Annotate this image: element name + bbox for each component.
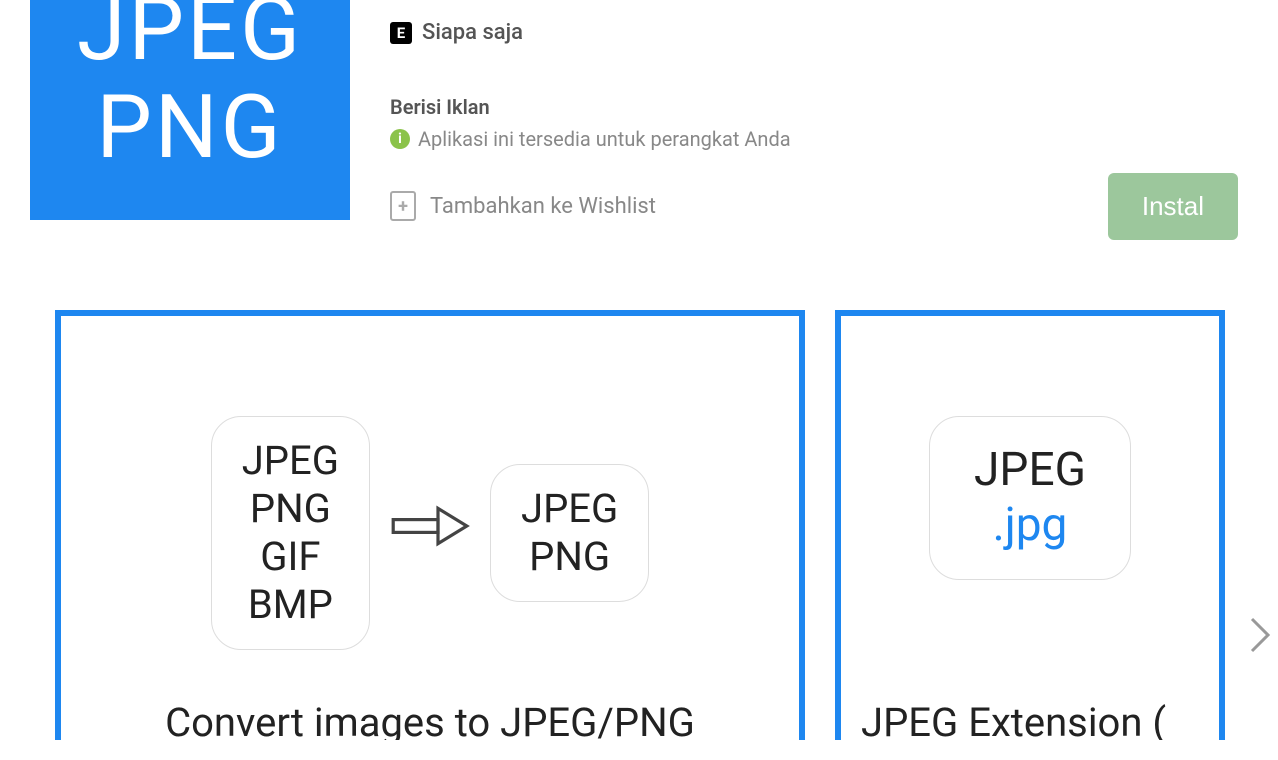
app-icon-line1: JPEG <box>77 0 303 74</box>
screenshot-1[interactable]: JPEG PNG GIF BMP JPEG PNG Convert images… <box>55 310 805 740</box>
rating-badge-icon: E <box>390 22 412 44</box>
screenshots-carousel: JPEG PNG GIF BMP JPEG PNG Convert images… <box>0 280 1278 760</box>
fmt: JPEG <box>521 485 618 533</box>
app-icon: JPEG PNG <box>30 0 350 220</box>
screenshot-2-caption: JPEG Extension ( <box>841 699 1219 740</box>
screenshot-2[interactable]: JPEG .jpg JPEG Extension ( <box>835 310 1225 740</box>
content-rating: E Siapa saja <box>390 20 1248 45</box>
arrow-right-icon <box>390 496 470 571</box>
app-header: JPEG PNG E Siapa saja Berisi Iklan Aplik… <box>0 0 1278 280</box>
info-icon <box>390 129 410 149</box>
bookmark-icon: + <box>390 191 416 221</box>
availability-text: Aplikasi ini tersedia untuk perangkat An… <box>418 127 791 151</box>
install-button[interactable]: Instal <box>1108 173 1238 240</box>
convert-diagram: JPEG PNG GIF BMP JPEG PNG <box>211 416 650 650</box>
target-formats-tile: JPEG PNG <box>490 464 649 602</box>
fmt: BMP <box>242 581 339 629</box>
contains-ads-label: Berisi Iklan <box>390 95 1248 119</box>
fmt: PNG <box>242 485 339 533</box>
fmt: PNG <box>521 533 618 581</box>
source-formats-tile: JPEG PNG GIF BMP <box>211 416 370 650</box>
rating-label: Siapa saja <box>422 20 523 45</box>
ext-line1: JPEG <box>974 443 1086 498</box>
screenshot-1-caption: Convert images to JPEG/PNG <box>61 699 799 740</box>
wishlist-label: Tambahkan ke Wishlist <box>430 194 656 219</box>
fmt: JPEG <box>242 437 339 485</box>
availability-row: Aplikasi ini tersedia untuk perangkat An… <box>390 127 1248 151</box>
extension-tile: JPEG .jpg <box>929 416 1131 580</box>
ext-line2: .jpg <box>974 498 1086 553</box>
carousel-next-button[interactable] <box>1248 615 1272 665</box>
app-icon-line2: PNG <box>96 84 283 172</box>
fmt: GIF <box>242 533 339 581</box>
